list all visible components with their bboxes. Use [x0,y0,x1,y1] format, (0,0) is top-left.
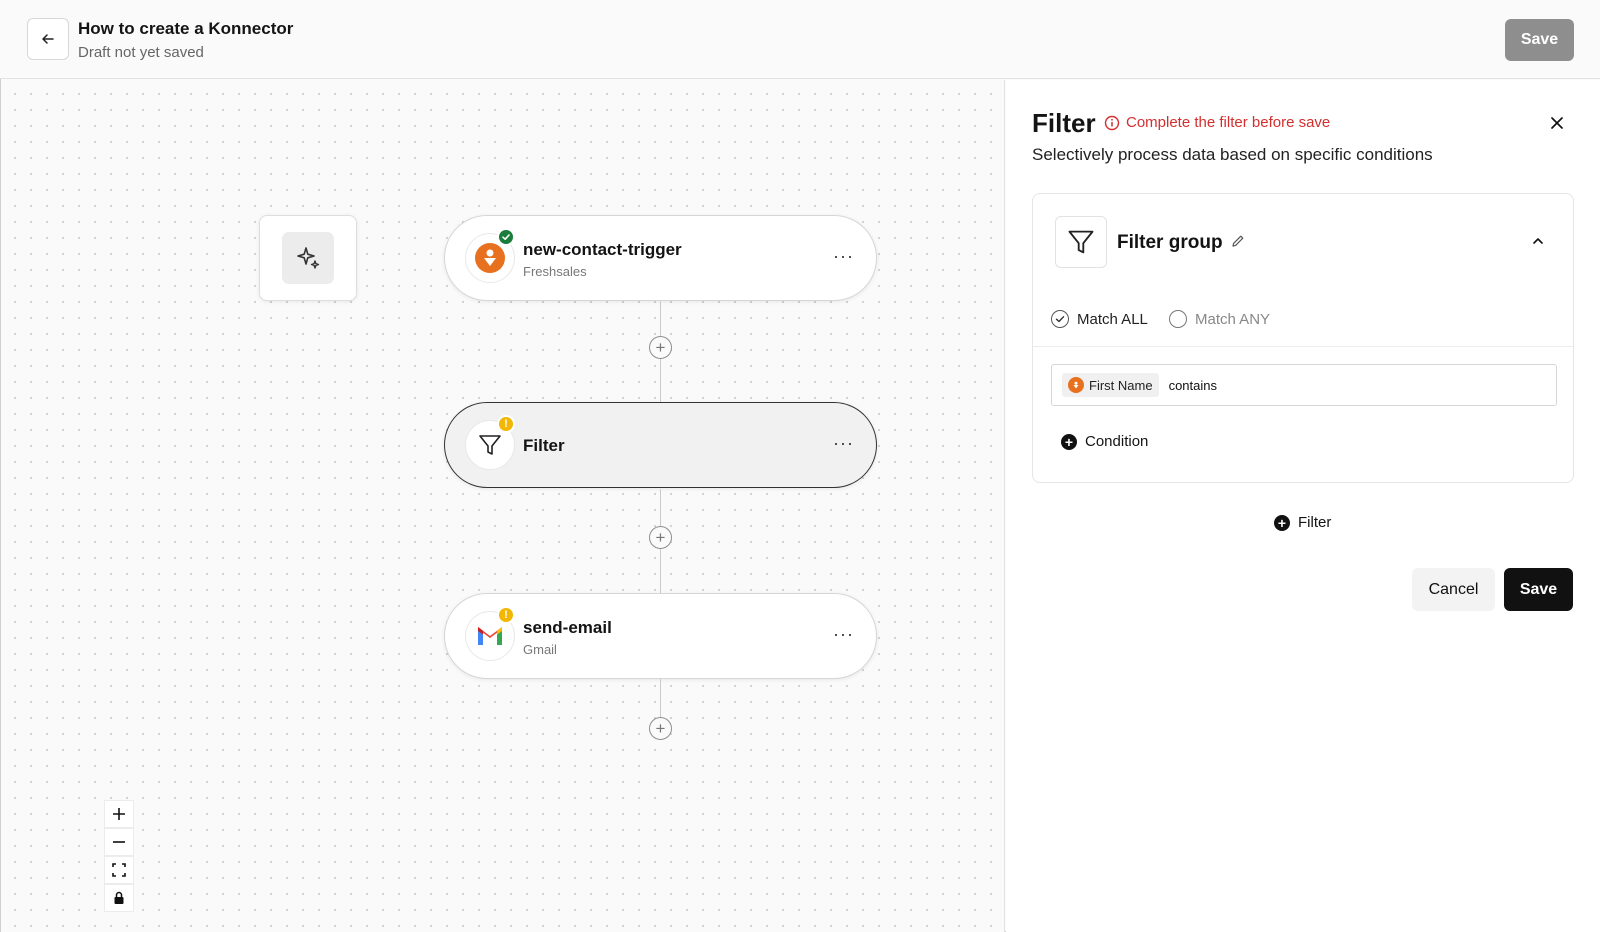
radio-empty-icon [1169,310,1187,328]
draft-status: Draft not yet saved [78,44,204,61]
zoom-out-button[interactable] [104,828,134,856]
field-chip[interactable]: First Name [1062,373,1159,397]
node-title: send-email [523,618,612,637]
filter-group-card: Filter group Match ALL Match ANY First N… [1032,193,1574,483]
workflow-node-send-email[interactable]: ! send-email Gmail ··· [444,593,877,679]
match-all-option[interactable]: Match ALL [1051,310,1148,328]
validation-warning: Complete the filter before save [1104,114,1330,131]
plus-circle-icon: + [1061,433,1077,450]
plus-icon [113,808,125,820]
filter-settings-panel: Filter Complete the filter before save S… [1006,80,1600,932]
add-condition-label: Condition [1085,433,1149,450]
ai-assist-card[interactable] [259,215,357,301]
node-title: new-contact-trigger [523,240,682,259]
node-more-menu-icon[interactable]: ··· [833,624,854,645]
panel-description: Selectively process data based on specif… [1032,145,1433,164]
field-chip-label: First Name [1089,377,1153,393]
close-panel-button[interactable] [1546,112,1568,134]
workflow-node-filter[interactable]: ! Filter ··· [444,402,877,488]
connector-line [660,549,661,593]
add-step-button[interactable]: + [649,336,672,359]
minus-icon [113,841,125,843]
add-filter-button[interactable]: + Filter [1274,514,1331,531]
workflow-node-trigger[interactable]: new-contact-trigger Freshsales ··· [444,215,877,301]
info-circle-icon [1104,115,1120,130]
back-button[interactable] [27,18,69,60]
connector-line [660,359,661,402]
add-filter-label: Filter [1298,514,1332,531]
close-icon [1551,117,1563,129]
filter-icon [1055,216,1107,268]
node-app-name: Freshsales [523,264,587,279]
top-bar: How to create a Konnector Draft not yet … [0,0,1600,79]
fit-screen-icon [112,863,126,877]
success-badge-icon [497,228,515,246]
chevron-up-icon[interactable] [1531,234,1545,253]
workflow-canvas[interactable]: new-contact-trigger Freshsales ··· + ! F… [1,80,1005,932]
connector-line [660,301,661,336]
connector-line [660,489,661,526]
divider [1033,346,1573,347]
condition-input[interactable]: First Name contains [1051,364,1557,406]
sparkles-icon [297,247,320,269]
connector-line [660,679,661,717]
save-button[interactable]: Save [1504,568,1573,611]
pencil-icon[interactable] [1231,234,1245,253]
cancel-button[interactable]: Cancel [1412,568,1495,611]
node-title: Filter [523,436,565,455]
match-any-option[interactable]: Match ANY [1169,310,1270,328]
filter-group-title: Filter group [1117,232,1223,253]
add-step-button[interactable]: + [649,717,672,740]
arrow-left-icon [42,34,54,44]
warning-badge-icon: ! [497,606,515,624]
fit-view-button[interactable] [104,856,134,884]
match-any-label: Match ANY [1195,310,1271,328]
lock-icon [114,891,124,904]
plus-icon: + [655,338,666,357]
plus-icon: + [655,719,666,738]
check-circle-icon [1051,310,1069,328]
operator-text: contains [1168,377,1217,393]
warning-badge-icon: ! [497,415,515,433]
zoom-in-button[interactable] [104,800,134,828]
header-save-button[interactable]: Save [1505,19,1574,61]
lock-canvas-button[interactable] [104,884,134,912]
plus-circle-icon: + [1274,514,1290,531]
add-step-button[interactable]: + [649,526,672,549]
page-title: How to create a Konnector [78,19,294,38]
node-more-menu-icon[interactable]: ··· [833,433,854,454]
warning-text: Complete the filter before save [1126,114,1331,131]
match-all-label: Match ALL [1077,310,1148,328]
panel-title: Filter [1032,108,1096,138]
freshsales-icon [1068,377,1084,393]
node-app-name: Gmail [523,642,557,657]
add-condition-button[interactable]: + Condition [1061,433,1148,450]
node-more-menu-icon[interactable]: ··· [833,246,854,267]
plus-icon: + [655,528,666,547]
